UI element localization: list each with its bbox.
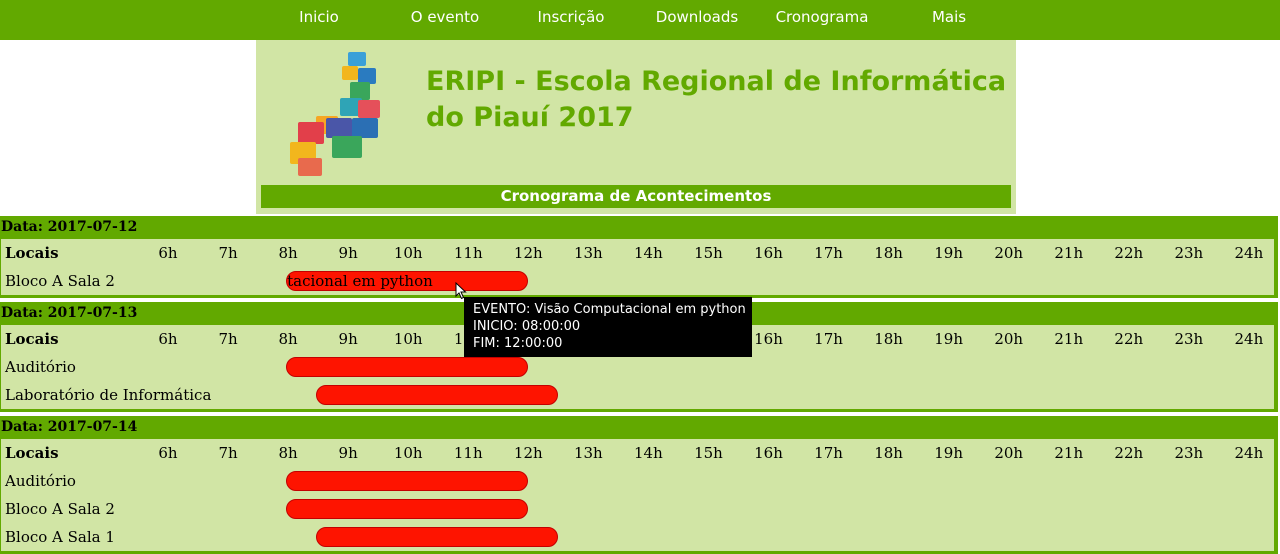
nav-item-inscricao[interactable]: Inscrição	[528, 0, 614, 34]
hour-label: 10h	[393, 444, 423, 462]
hour-label: 12h	[513, 444, 543, 462]
hours-header-row: Locais 6h 7h 8h 9h 10h 11h 12h 13h 14h 15h 16h 17h 18…	[1, 239, 1274, 267]
event-bar[interactable]	[316, 385, 559, 405]
event-tooltip: EVENTO: Visão Computacional em python IN…	[464, 297, 752, 357]
schedule-day: Data: 2017-07-12 Locais 6h 7h 8h 9h 10h 11h 12h 1…	[0, 216, 1278, 298]
tooltip-event-line: EVENTO: Visão Computacional em python	[473, 302, 746, 317]
location-name: Bloco A Sala 2	[5, 272, 115, 290]
location-name: Auditório	[5, 472, 76, 490]
hour-label: 23h	[1174, 330, 1204, 348]
hour-label: 21h	[1054, 330, 1084, 348]
hour-label: 9h	[338, 330, 358, 348]
hour-label: 15h	[694, 244, 723, 262]
header-banner: ERIPI - Escola Regional de Informática d…	[256, 40, 1016, 214]
day-grid: Locais 6h 7h 8h 9h 10h 11h 12h 13h 14h 15h 16h 17h 18…	[1, 239, 1274, 295]
hour-label: 10h	[393, 330, 423, 348]
location-name: Bloco A Sala 1	[5, 528, 115, 546]
location-name: Laboratório de Informática	[5, 386, 212, 404]
hour-label: 11h	[453, 444, 483, 462]
hour-label: 18h	[874, 330, 903, 348]
hour-label: 9h	[338, 244, 358, 262]
location-name: Auditório	[5, 358, 76, 376]
hour-label: 23h	[1174, 244, 1204, 262]
day-date-title: Data: 2017-07-14	[1, 419, 138, 435]
location-row: Bloco A Sala 1	[1, 523, 1274, 551]
hour-label: 12h	[513, 244, 543, 262]
hour-label: 13h	[573, 444, 603, 462]
hour-label: 7h	[218, 244, 238, 262]
hour-label: 16h	[754, 330, 783, 348]
nav-item-o-evento[interactable]: O evento	[402, 0, 488, 34]
location-row: Bloco A Sala 2 tacional em python	[1, 267, 1274, 295]
hour-label: 19h	[934, 244, 964, 262]
location-row: Auditório	[1, 467, 1274, 495]
schedule-day: Data: 2017-07-14 Locais 6h 7h 8h 9h 10h 11h 12h 1…	[0, 416, 1278, 554]
event-bar-label: tacional em python	[287, 272, 433, 290]
locals-header: Locais	[5, 330, 59, 348]
section-subtitle: Cronograma de Acontecimentos	[261, 185, 1011, 208]
nav-item-downloads[interactable]: Downloads	[652, 0, 742, 34]
hour-label: 9h	[338, 444, 358, 462]
hour-label: 14h	[634, 444, 663, 462]
hour-label: 20h	[994, 444, 1024, 462]
hours-header-row: Locais 6h 7h 8h 9h 10h 11h 12h 13h 14h 15h 16h 17h 18…	[1, 439, 1274, 467]
hour-label: 11h	[453, 244, 483, 262]
hour-label: 15h	[694, 444, 723, 462]
hour-label: 6h	[158, 244, 178, 262]
event-logo	[286, 50, 416, 180]
hour-label: 22h	[1114, 444, 1144, 462]
hour-label: 17h	[814, 244, 843, 262]
day-date-title: Data: 2017-07-12	[1, 219, 138, 235]
tooltip-start-line: INICIO: 08:00:00	[473, 319, 581, 334]
hour-label: 8h	[278, 444, 298, 462]
hour-label: 18h	[874, 244, 903, 262]
hour-label: 8h	[278, 244, 298, 262]
tooltip-end-line: FIM: 12:00:00	[473, 336, 563, 351]
location-name: Bloco A Sala 2	[5, 500, 115, 518]
hour-label: 24h	[1234, 330, 1264, 348]
hour-label: 13h	[573, 244, 603, 262]
mouse-pointer-icon	[455, 282, 467, 300]
event-bar[interactable]	[316, 527, 559, 547]
hour-label: 18h	[874, 444, 903, 462]
locals-header: Locais	[5, 444, 59, 462]
location-row: Bloco A Sala 2	[1, 495, 1274, 523]
day-date-title: Data: 2017-07-13	[1, 305, 138, 321]
hour-label: 20h	[994, 330, 1024, 348]
hour-label: 6h	[158, 444, 178, 462]
hour-label: 21h	[1054, 444, 1084, 462]
hour-label: 21h	[1054, 244, 1084, 262]
event-bar[interactable]	[286, 499, 529, 519]
locals-header: Locais	[5, 244, 59, 262]
top-navigation-bar: Inicio O evento Inscrição Downloads Cron…	[0, 0, 1280, 40]
hour-label: 22h	[1114, 330, 1144, 348]
hour-label: 22h	[1114, 244, 1144, 262]
hour-label: 8h	[278, 330, 298, 348]
nav-item-cronograma[interactable]: Cronograma	[772, 0, 872, 34]
hour-label: 20h	[994, 244, 1024, 262]
hour-label: 7h	[218, 444, 238, 462]
event-bar[interactable]	[286, 471, 529, 491]
hour-label: 10h	[393, 244, 423, 262]
nav-item-mais[interactable]: Mais	[919, 0, 979, 34]
hour-label: 24h	[1234, 444, 1264, 462]
hour-label: 6h	[158, 330, 178, 348]
hour-label: 19h	[934, 444, 964, 462]
hour-label: 16h	[754, 444, 783, 462]
hour-label: 24h	[1234, 244, 1264, 262]
hour-label: 23h	[1174, 444, 1204, 462]
hour-label: 7h	[218, 330, 238, 348]
page-title: ERIPI - Escola Regional de Informática d…	[426, 66, 1007, 133]
nav-item-inicio[interactable]: Inicio	[289, 0, 349, 34]
event-bar[interactable]: tacional em python	[286, 271, 529, 291]
location-row: Laboratório de Informática	[1, 381, 1274, 409]
day-grid: Locais 6h 7h 8h 9h 10h 11h 12h 13h 14h 15h 16h 17h 18…	[1, 439, 1274, 551]
hour-label: 17h	[814, 444, 843, 462]
event-bar[interactable]	[286, 357, 529, 377]
hour-label: 17h	[814, 330, 843, 348]
hour-label: 19h	[934, 330, 964, 348]
hour-label: 16h	[754, 244, 783, 262]
location-row: Auditório	[1, 353, 1274, 381]
hour-label: 14h	[634, 244, 663, 262]
